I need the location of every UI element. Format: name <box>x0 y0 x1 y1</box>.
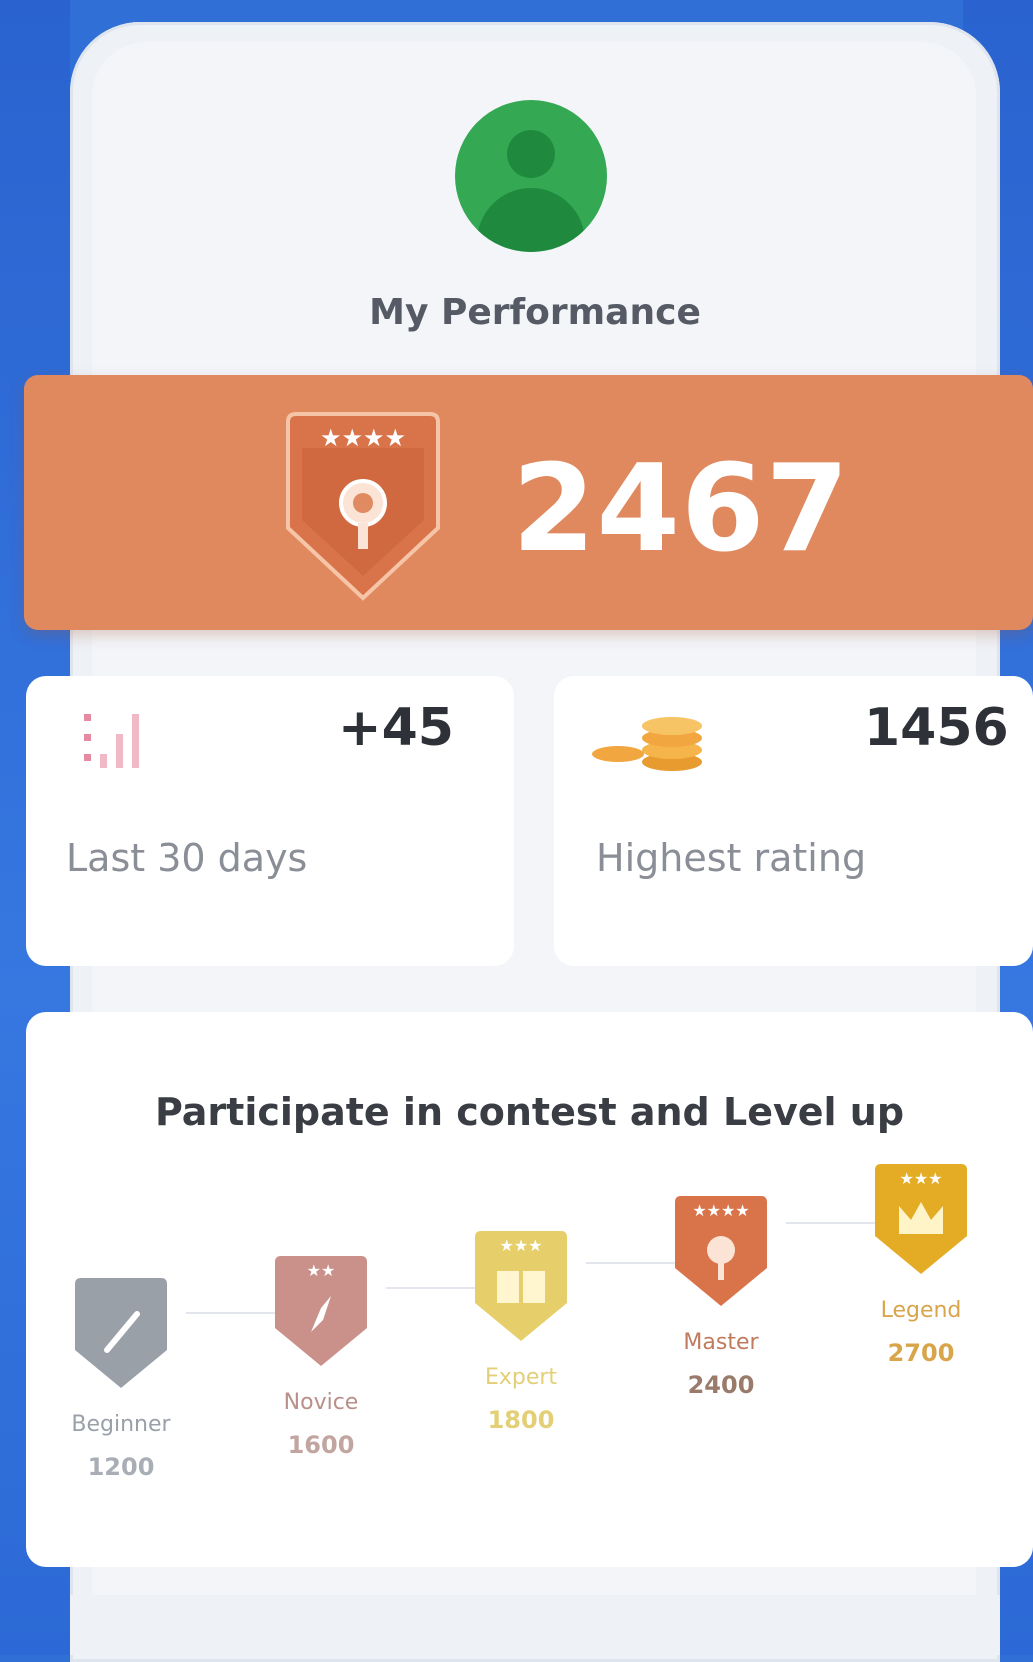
level-master[interactable]: ★★★★ Master 2400 <box>636 1192 806 1399</box>
level-score: 1800 <box>487 1406 555 1434</box>
svg-text:★★★: ★★★ <box>499 1236 542 1255</box>
medal-shield-icon: ★★★★ <box>278 408 448 608</box>
level-name: Beginner <box>71 1412 171 1437</box>
level-novice[interactable]: ★★ Novice 1600 <box>236 1252 406 1459</box>
compass-icon: ★★ <box>275 1256 367 1366</box>
coin-stack-icon <box>590 706 710 780</box>
level-beginner[interactable]: Beginner 1200 <box>36 1274 206 1481</box>
stat-value: +45 <box>338 698 454 758</box>
level-score: 2700 <box>887 1339 955 1367</box>
levels-card: Participate in contest and Level up Begi… <box>26 1012 1033 1567</box>
svg-text:★★: ★★ <box>307 1261 336 1280</box>
rating-value: 2467 <box>512 440 850 579</box>
user-avatar-icon[interactable] <box>455 100 607 252</box>
pen-icon <box>75 1278 167 1388</box>
stat-card-highest-rating: 1456 Highest rating <box>554 676 1033 966</box>
stat-value: 1456 <box>864 698 1009 758</box>
svg-text:★★★: ★★★ <box>899 1169 942 1188</box>
stat-label: Highest rating <box>596 836 867 880</box>
level-name: Expert <box>484 1365 558 1390</box>
medal-icon: ★★★★ <box>675 1196 767 1306</box>
phone-bottom <box>70 1595 1000 1655</box>
bar-signal-icon <box>80 708 160 782</box>
level-score: 1200 <box>87 1453 155 1481</box>
svg-text:★★★★: ★★★★ <box>692 1201 749 1220</box>
level-score: 1600 <box>287 1431 355 1459</box>
page-title: My Performance <box>369 292 701 333</box>
level-expert[interactable]: ★★★ Expert 1800 <box>436 1227 606 1434</box>
level-name: Master <box>683 1330 759 1355</box>
stat-label: Last 30 days <box>66 836 308 880</box>
level-name: Novice <box>283 1390 359 1415</box>
level-name: Legend <box>880 1298 962 1323</box>
level-score: 2400 <box>687 1371 755 1399</box>
book-icon: ★★★ <box>475 1231 567 1341</box>
crown-icon: ★★★ <box>875 1164 967 1274</box>
svg-text:★★★★: ★★★★ <box>320 424 406 452</box>
stat-card-last-30-days: +45 Last 30 days <box>26 676 514 966</box>
levels-title: Participate in contest and Level up <box>154 1090 905 1134</box>
level-legend[interactable]: ★★★ Legend 2700 <box>836 1160 1006 1367</box>
